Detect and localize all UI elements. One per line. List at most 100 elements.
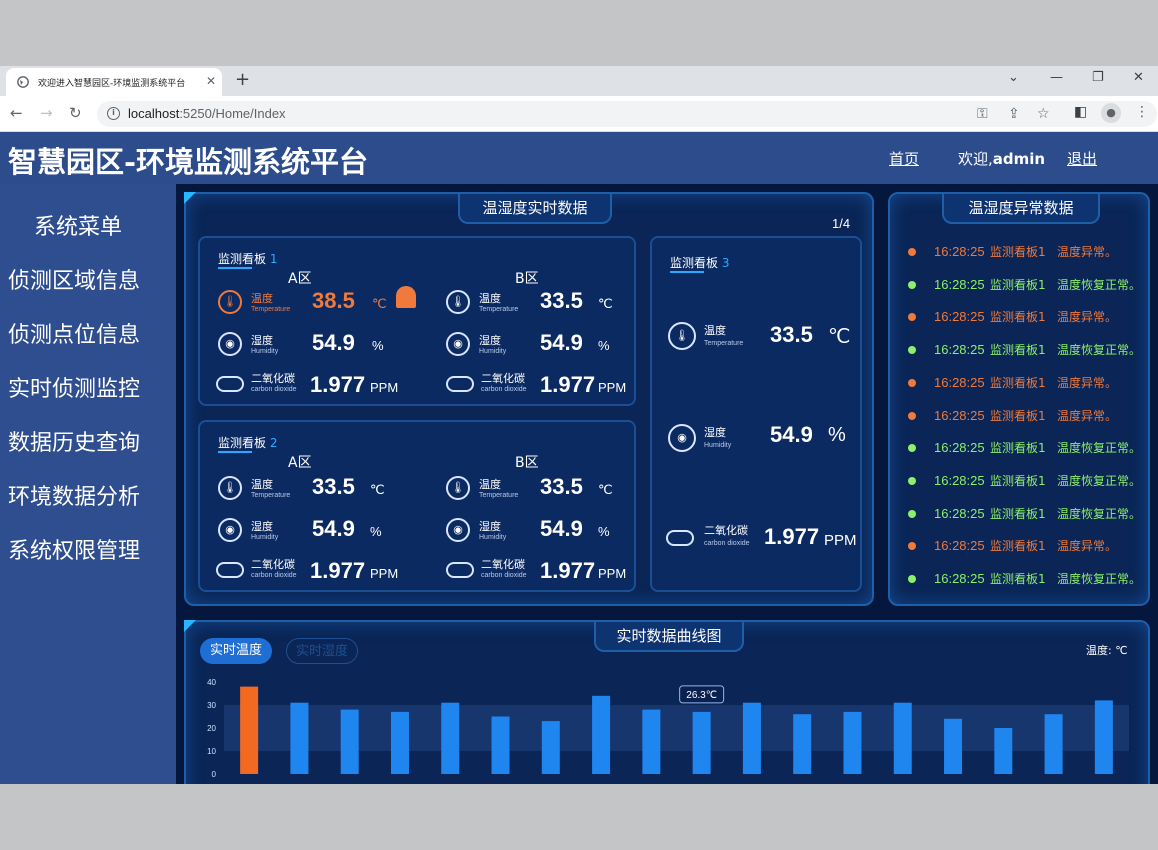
close-window-icon[interactable]: ✕ [1133,70,1144,85]
close-tab-icon[interactable]: ✕ [206,74,216,88]
more-menu-icon[interactable]: ⋮ [1135,104,1149,120]
humid-label: 湿度 [479,334,501,347]
browser-tab[interactable]: 欢迎进入智慧园区-环境监测系统平台 ✕ [6,68,222,96]
tab-search-icon[interactable]: ⌄ [1008,70,1019,85]
alert-row: 16:28:25 监测看板1 温度恢复正常。 [890,471,1158,491]
sidebar-title: 系统菜单 [34,215,123,240]
co2-en-label: carbon dioxide [481,572,527,579]
bar [642,709,661,774]
logout-link[interactable]: 退出 [1067,148,1097,169]
info-icon[interactable]: i [107,107,120,120]
forward-icon[interactable]: → [40,104,53,122]
co2-label: 二氧化碳 [481,558,525,571]
co2-value: 1.977 [540,558,596,583]
co2-en-label: carbon dioxide [251,386,297,393]
bar [1094,700,1113,774]
tab-realtime-humidity[interactable]: 实时湿度 [286,638,358,664]
alert-time: 16:28:25 [934,309,985,325]
bar [994,728,1013,774]
humid-unit: % [598,338,610,353]
alert-board: 监测看板1 [990,408,1046,423]
sidebar-item-data-analysis[interactable]: 环境数据分析 [8,479,140,511]
share-icon[interactable]: ⇪ [1008,106,1020,122]
humid-en-label: Humidity [704,442,732,449]
cloud-icon [216,376,244,392]
bar [441,702,460,774]
sidebar-item-permission[interactable]: 系统权限管理 [8,533,140,565]
alert-message: 温度异常。 [1057,245,1118,259]
chart-frame: 实时数据曲线图 实时温度 实时湿度 温度: ℃ 0 10 20 30 40 26.3℃ [184,620,1150,784]
monitor-board-3: 监测看板 3 🌡 温度 Temperature 33.5 ℃ ◉ 湿度 Humi… [650,236,862,592]
alert-message: 温度恢复正常。 [1057,343,1142,358]
temp-value: 33.5 [540,288,583,313]
alarm-icon [396,286,416,308]
humid-label: 湿度 [479,520,501,533]
humid-label: 湿度 [251,520,273,533]
alert-message: 温度恢复正常。 [1057,441,1142,456]
alert-row: 16:28:25 监测看板1 温度恢复正常。 [890,569,1158,589]
minimize-icon[interactable]: — [1050,70,1063,85]
humidity-icon: ◉ [446,332,470,356]
temp-en-label: Temperature [479,492,519,499]
sidepanel-icon[interactable]: ◧ [1074,104,1087,120]
restore-icon[interactable]: ❐ [1092,70,1104,85]
status-dot-icon [908,248,916,256]
realtime-title: 温湿度实时数据 [458,194,612,224]
sidebar-item-realtime-monitor[interactable]: 实时侦测监控 [8,371,140,403]
zone-label: A区 [288,455,312,471]
address-bar[interactable]: i localhost:5250/Home/Index ⚿ ⇪ ☆ [97,101,1157,127]
humid-value: 54.9 [312,330,355,355]
key-icon[interactable]: ⚿ [977,106,988,122]
zone-label: B区 [515,455,539,471]
page-title: 智慧园区-环境监测系统平台 [8,145,369,179]
humidity-icon: ◉ [446,518,470,542]
corner-decoration [184,192,196,204]
co2-label: 二氧化碳 [704,524,748,537]
y-tick-label: 10 [207,747,216,756]
profile-avatar-icon[interactable]: ● [1101,103,1121,123]
alert-time: 16:28:25 [934,276,985,292]
globe-icon [17,76,29,88]
temp-value: 33.5 [770,322,813,347]
cloud-icon [216,562,244,578]
star-icon[interactable]: ☆ [1037,106,1050,122]
alert-board: 监测看板1 [990,310,1046,325]
status-dot-icon [908,575,916,583]
thermometer-icon: 🌡 [218,290,242,314]
cloud-icon [666,530,694,546]
alert-time: 16:28:25 [934,244,985,259]
alert-time: 16:28:25 [934,440,985,456]
temp-label: 温度 [251,292,273,305]
alert-board: 监测看板1 [990,277,1046,292]
co2-unit: PPM [824,532,857,549]
chart-title: 实时数据曲线图 [594,622,744,652]
alert-board: 监测看板1 [990,572,1046,586]
alert-row: 16:28:25 监测看板1 温度恢复正常。 [890,438,1158,458]
alert-message: 温度异常。 [1057,375,1118,390]
board-name: 监测看板 2 [218,436,278,450]
sidebar-item-point-info[interactable]: 侦测点位信息 [8,317,140,349]
co2-value: 1.977 [540,372,596,397]
status-dot-icon [908,444,916,453]
tab-realtime-temp[interactable]: 实时温度 [200,638,272,664]
board-underline [670,271,704,273]
new-tab-icon[interactable]: + [235,69,250,90]
humid-value: 54.9 [770,422,813,447]
sidebar-item-history-query[interactable]: 数据历史查询 [8,425,140,457]
url-text: localhost:5250/Home/Index [128,106,286,121]
temp-unit: ℃ [598,296,613,311]
reload-icon[interactable]: ↻ [69,104,82,122]
bar [340,709,359,774]
bar [742,702,761,774]
y-tick-label: 30 [207,701,216,710]
temp-label: 温度 [479,292,501,305]
humid-en-label: Humidity [479,348,507,355]
bar [1044,714,1063,774]
chart-unit-label: 温度: ℃ [1086,644,1128,657]
status-dot-icon [908,346,916,355]
sidebar-item-area-info[interactable]: 侦测区域信息 [8,263,140,295]
tab-title: 欢迎进入智慧园区-环境监测系统平台 [38,79,186,89]
temp-label: 温度 [251,478,273,491]
home-link[interactable]: 首页 [889,148,919,169]
back-icon[interactable]: ← [10,104,23,122]
